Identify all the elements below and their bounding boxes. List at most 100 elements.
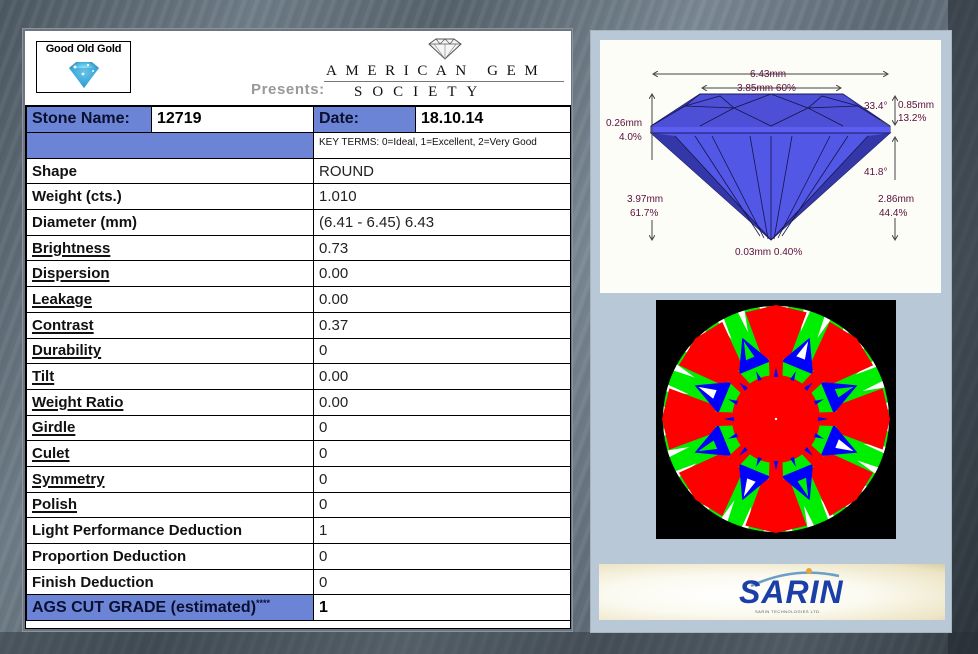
- row-label-text[interactable]: Culet: [32, 445, 70, 462]
- row-value: 1: [313, 517, 571, 544]
- row-label-text[interactable]: Symmetry: [32, 471, 105, 488]
- table-row: Contrast 0.37: [26, 311, 571, 339]
- cut-grade-row: AGS CUT GRADE (estimated)**** 1: [26, 594, 571, 622]
- row-value: 0: [313, 440, 571, 467]
- row-value: 0: [313, 491, 571, 519]
- row-value: 0.00: [313, 388, 571, 416]
- cut-grade-footnote: ****: [256, 598, 271, 609]
- row-label: Symmetry: [26, 465, 314, 493]
- ags-logo-line2: SOCIETY: [354, 84, 488, 100]
- row-label: Weight (cts.): [26, 183, 314, 211]
- row-label: Brightness: [26, 234, 314, 262]
- row-value: (6.41 - 6.45) 6.43: [313, 209, 571, 236]
- sarin-logo: SARIN: [739, 574, 844, 610]
- stone-info-row: Stone Name: 12719 Date: 18.10.14: [26, 106, 571, 133]
- table-row: Brightness 0.73: [26, 234, 571, 262]
- report-header: Good Old Gold Presents: AMERICAN GEM SOC…: [25, 31, 571, 105]
- ags-logo-rule: [324, 81, 564, 82]
- table-row: Weight Ratio 0.00: [26, 388, 571, 416]
- pavilion-angle-label: 41.8°: [864, 167, 887, 178]
- total-depth-mm-label: 3.97mm: [627, 194, 663, 205]
- table-row: Culet 0: [26, 440, 571, 467]
- row-value: 0: [313, 543, 571, 570]
- row-label-text: Finish Deduction: [32, 573, 154, 591]
- cut-grade-value: 1: [313, 594, 571, 622]
- cut-grade-label: AGS CUT GRADE (estimated)****: [26, 594, 314, 622]
- row-value: 0.37: [313, 311, 571, 339]
- ags-diamond-icon: [428, 38, 462, 60]
- table-row: Diameter (mm) (6.41 - 6.45) 6.43: [26, 209, 571, 236]
- row-label-text[interactable]: Leakage: [32, 291, 92, 308]
- row-value: 0: [313, 337, 571, 365]
- table-row: Light Performance Deduction 1: [26, 517, 571, 544]
- row-label-text[interactable]: Tilt: [32, 368, 54, 385]
- row-value: 0: [313, 414, 571, 442]
- ags-logo-line1: AMERICAN GEM: [326, 63, 547, 79]
- cut-grade-label-text: AGS CUT GRADE (estimated): [32, 599, 257, 617]
- row-label: Proportion Deduction: [26, 543, 314, 570]
- table-row: Girdle 0: [26, 414, 571, 442]
- row-label: Dispersion: [26, 260, 314, 288]
- crown-height-mm-label: 0.85mm: [898, 100, 934, 111]
- row-value: 0.00: [313, 286, 571, 313]
- pavilion-depth-mm-label: 2.86mm: [878, 194, 914, 205]
- row-value: 0.73: [313, 234, 571, 262]
- table-label: 3.85mm 60%: [737, 83, 796, 94]
- table-row: Finish Deduction 0: [26, 568, 571, 596]
- stone-name-value: 12719: [151, 106, 314, 133]
- grading-table: Stone Name: 12719 Date: 18.10.14 KEY TER…: [25, 105, 571, 629]
- row-label: Diameter (mm): [26, 209, 314, 236]
- row-label-text[interactable]: Dispersion: [32, 265, 110, 282]
- row-label-text[interactable]: Durability: [32, 342, 101, 359]
- table-row: Shape ROUND: [26, 157, 571, 185]
- row-label-text[interactable]: Contrast: [32, 317, 94, 334]
- table-row: Proportion Deduction 0: [26, 543, 571, 570]
- row-label-text: Weight (cts.): [32, 188, 122, 206]
- stone-name-label: Stone Name:: [26, 106, 152, 133]
- retailer-logo: Good Old Gold: [36, 41, 131, 93]
- row-label-text: Light Performance Deduction: [32, 522, 243, 540]
- row-value: 0.00: [313, 260, 571, 288]
- table-row: Polish 0: [26, 491, 571, 519]
- table-row: Tilt 0.00: [26, 363, 571, 390]
- diamond-profile-svg: 6.43mm 3.85mm 60% 33.4° 0.85mm 13.2% 0.2…: [606, 69, 934, 258]
- retailer-logo-text: Good Old Gold: [45, 43, 122, 55]
- presents-label: Presents:: [251, 81, 325, 98]
- diamond-logo-icon: [69, 62, 99, 88]
- row-value: 0: [313, 568, 571, 596]
- pavilion-depth-pct-label: 44.4%: [879, 208, 907, 219]
- key-terms-row: KEY TERMS: 0=Ideal, 1=Excellent, 2=Very …: [26, 131, 571, 159]
- table-row: Durability 0: [26, 337, 571, 365]
- diameter-label: 6.43mm: [750, 69, 786, 80]
- row-value: 1.010: [313, 183, 571, 211]
- key-terms-spacer: [26, 131, 314, 159]
- diamond-profile-diagram: 6.43mm 3.85mm 60% 33.4° 0.85mm 13.2% 0.2…: [600, 40, 941, 293]
- row-label-text: Shape: [32, 162, 78, 180]
- row-label: Shape: [26, 157, 314, 185]
- row-label-text[interactable]: Girdle: [32, 419, 75, 436]
- report-panel: Good Old Gold Presents: AMERICAN GEM SOC…: [22, 28, 573, 632]
- row-label: Culet: [26, 440, 314, 467]
- row-label-text: Diameter (mm): [32, 213, 138, 231]
- row-label: Light Performance Deduction: [26, 517, 314, 544]
- ags-logo: AMERICAN GEM SOCIETY: [322, 37, 567, 101]
- row-label-text[interactable]: Weight Ratio: [32, 394, 123, 411]
- row-label-text[interactable]: Polish: [32, 496, 77, 513]
- row-label: Leakage: [26, 286, 314, 313]
- culet-label: 0.03mm 0.40%: [735, 247, 802, 258]
- row-label: Tilt: [26, 363, 314, 390]
- row-label-text: Proportion Deduction: [32, 547, 187, 565]
- row-value: 0.00: [313, 363, 571, 390]
- date-value: 18.10.14: [415, 106, 571, 133]
- table-row: Dispersion 0.00: [26, 260, 571, 288]
- row-label-text[interactable]: Brightness: [32, 240, 110, 257]
- aset-svg: [662, 305, 890, 533]
- row-value: ROUND: [313, 157, 571, 185]
- sarin-tagline: SARIN TECHNOLOGIES LTD.: [755, 609, 822, 614]
- key-terms: KEY TERMS: 0=Ideal, 1=Excellent, 2=Very …: [313, 131, 571, 159]
- row-label: Girdle: [26, 414, 314, 442]
- row-label: Durability: [26, 337, 314, 365]
- total-depth-pct-label: 61.7%: [630, 208, 658, 219]
- crown-angle-label: 33.4°: [864, 101, 887, 112]
- aset-culet-dot: [774, 417, 778, 421]
